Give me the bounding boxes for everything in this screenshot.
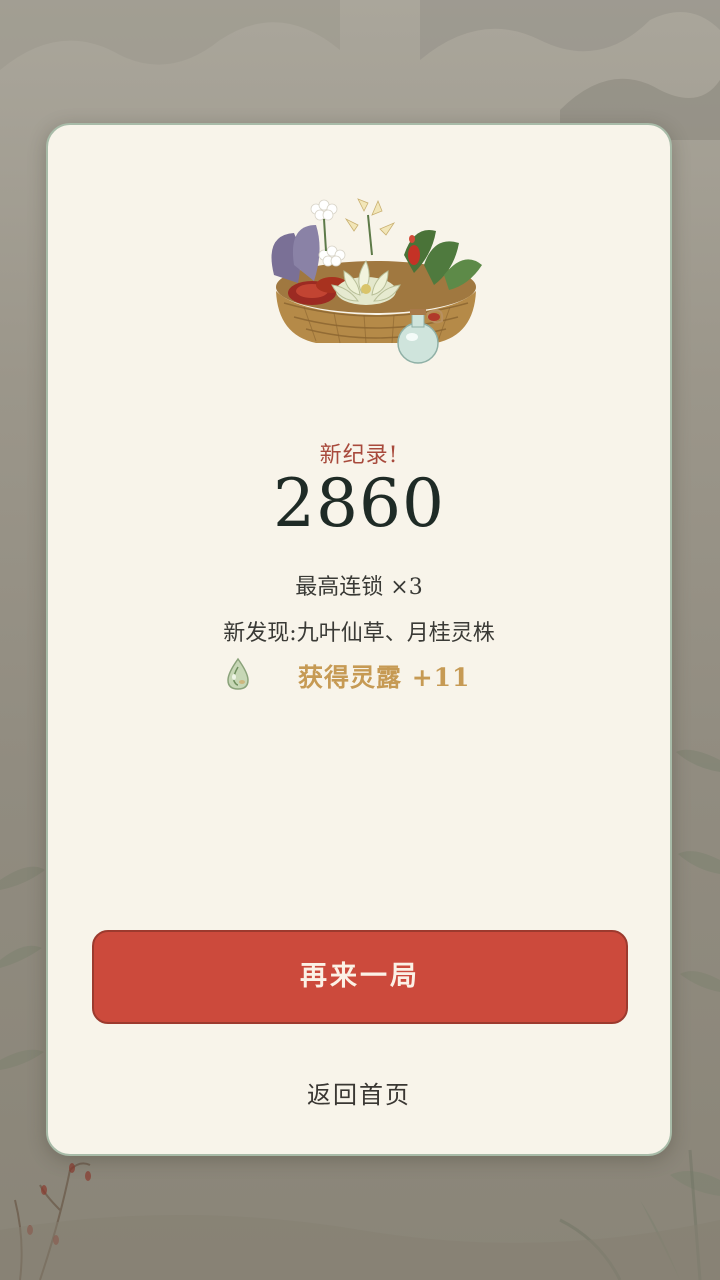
reward-text: 获得灵露 +11 xyxy=(298,663,471,692)
play-again-button[interactable]: 再来一局 xyxy=(92,930,628,1024)
back-home-button[interactable]: 返回首页 xyxy=(48,1075,670,1110)
reward-row: 获得灵露 +11 xyxy=(48,653,670,693)
herb-basket-icon xyxy=(271,198,482,364)
score-value: 2860 xyxy=(273,465,445,542)
new-discovery-text: 新发现:九叶仙草、月桂灵株 xyxy=(223,621,495,646)
max-combo-text: 最高连锁 ×3 xyxy=(295,575,423,600)
result-card: 新纪录! 2860 最高连锁 ×3 新发现:九叶仙草、月桂灵株 获得灵露 +11… xyxy=(46,123,672,1156)
dew-drop-icon xyxy=(227,657,249,690)
